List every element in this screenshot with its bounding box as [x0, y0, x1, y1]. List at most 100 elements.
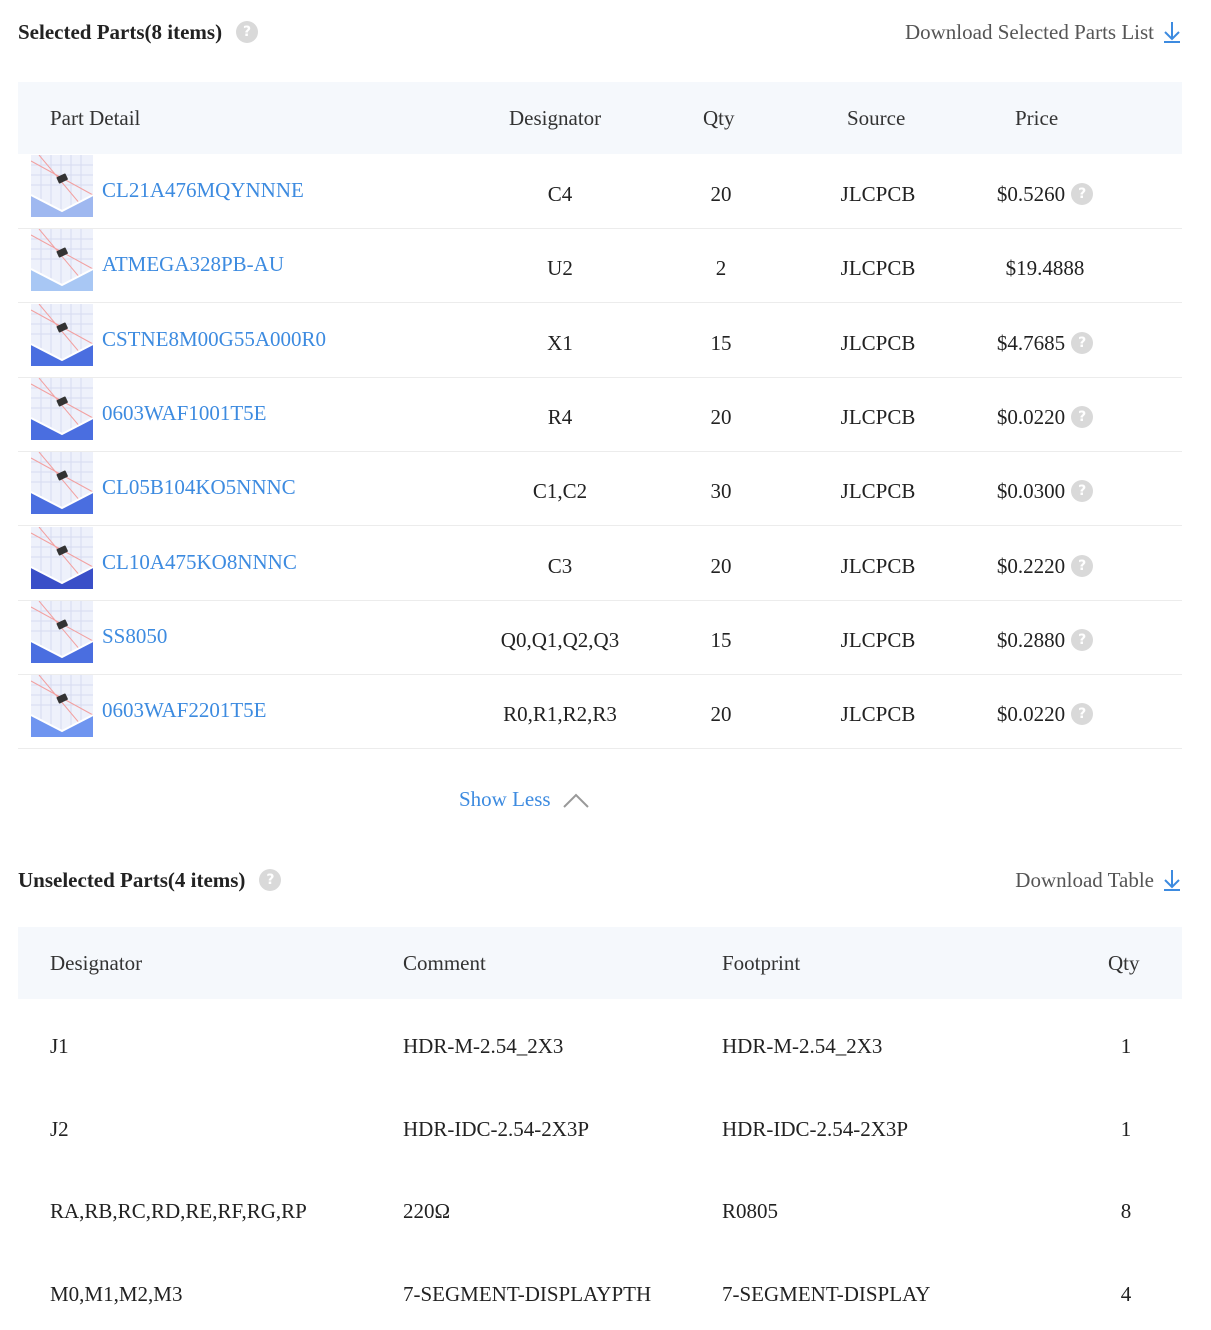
- table-row: J1 HDR-M-2.54_2X3 HDR-M-2.54_2X3 1: [18, 1000, 1182, 1082]
- help-icon[interactable]: ?: [1071, 406, 1094, 429]
- price-value: $0.0220: [996, 404, 1066, 429]
- table-row: CSTNE8M00G55A000R0 X1 15 JLCPCB $4.7685?: [18, 303, 1182, 378]
- footprint-cell: 7-SEGMENT-DISPLAY: [722, 1281, 931, 1306]
- part-number-link[interactable]: CSTNE8M00G55A000R0: [102, 327, 326, 352]
- source-cell: JLCPCB: [840, 553, 916, 578]
- part-thumbnail[interactable]: [31, 229, 93, 292]
- price-value: $0.2880: [996, 627, 1066, 652]
- table-row: CL10A475KO8NNNC C3 20 JLCPCB $0.2220?: [18, 526, 1182, 601]
- help-icon[interactable]: ?: [259, 869, 282, 891]
- unselected-parts-header: Unselected Parts(4 items) ? Download Tab…: [18, 862, 1182, 898]
- comment-cell: 220Ω: [403, 1199, 451, 1223]
- qty-cell: 20: [710, 182, 732, 206]
- col-qty: Qty: [703, 106, 735, 130]
- col-qty: Qty: [1108, 951, 1140, 975]
- qty-cell: 15: [710, 627, 732, 652]
- table-row: 0603WAF1001T5E R4 20 JLCPCB $0.0220?: [18, 377, 1182, 452]
- designator-cell: J2: [50, 1116, 69, 1141]
- selected-table-header: Part Detail Designator Qty Source Price: [18, 82, 1182, 154]
- help-icon[interactable]: ?: [1071, 628, 1094, 651]
- price-cell: $0.0220?: [978, 702, 1112, 727]
- designator-cell: R0,R1,R2,R3: [503, 702, 617, 727]
- help-icon[interactable]: ?: [1071, 331, 1094, 354]
- part-thumbnail[interactable]: [31, 377, 93, 440]
- source-cell: JLCPCB: [840, 182, 916, 206]
- footprint-cell: HDR-M-2.54_2X3: [722, 1034, 883, 1058]
- comment-cell: HDR-M-2.54_2X3: [403, 1034, 564, 1058]
- help-icon[interactable]: ?: [1071, 480, 1094, 503]
- col-designator: Designator: [509, 106, 602, 130]
- source-cell: JLCPCB: [840, 702, 916, 727]
- qty-cell: 20: [710, 702, 732, 727]
- designator-cell: C3: [547, 553, 573, 578]
- footprint-cell: R0805: [722, 1199, 779, 1223]
- qty-cell: 15: [710, 330, 732, 355]
- part-thumbnail[interactable]: [31, 303, 93, 366]
- show-less-button[interactable]: Show Less: [459, 787, 589, 812]
- part-number-link[interactable]: ATMEGA328PB-AU: [102, 252, 284, 277]
- download-table-label: Download Table: [1015, 867, 1154, 892]
- designator-cell: M0,M1,M2,M3: [50, 1281, 183, 1306]
- table-row: M0,M1,M2,M3 7-SEGMENT-DISPLAYPTH 7-SEGMENT…: [18, 1248, 1182, 1330]
- part-thumbnail[interactable]: [31, 675, 93, 738]
- comment-cell: HDR-IDC-2.54-2X3P: [403, 1116, 590, 1141]
- selected-parts-title: Selected Parts(8 items): [18, 19, 223, 44]
- designator-cell: C1,C2: [532, 479, 588, 504]
- help-icon[interactable]: ?: [1071, 703, 1094, 726]
- download-icon: [1164, 870, 1180, 891]
- download-table-button[interactable]: Download Table: [1015, 868, 1182, 893]
- selected-parts-header: Selected Parts(8 items) ? Download Selec…: [18, 14, 1182, 50]
- price-value: $0.5260: [996, 182, 1066, 206]
- price-value: $0.0220: [996, 702, 1066, 727]
- qty-cell: 4: [1120, 1281, 1132, 1306]
- unselected-table-header: Designator Comment Footprint Qty: [18, 927, 1182, 999]
- download-selected-parts-button[interactable]: Download Selected Parts List: [905, 20, 1182, 45]
- designator-cell: RA,RB,RC,RD,RE,RF,RG,RP: [50, 1199, 307, 1223]
- price-cell: $0.5260?: [978, 182, 1112, 207]
- designator-cell: J1: [50, 1034, 69, 1058]
- col-comment: Comment: [403, 951, 486, 975]
- price-value: $0.0300: [996, 479, 1066, 504]
- source-cell: JLCPCB: [840, 256, 916, 281]
- part-thumbnail[interactable]: [31, 600, 93, 663]
- price-cell: $0.0220?: [978, 405, 1112, 430]
- designator-cell: R4: [547, 404, 573, 429]
- source-cell: JLCPCB: [840, 330, 916, 355]
- designator-cell: C4: [547, 182, 573, 206]
- table-row: SS8050 Q0,Q1,Q2,Q3 15 JLCPCB $0.2880?: [18, 600, 1182, 675]
- table-row: CL05B104KO5NNNC C1,C2 30 JLCPCB $0.0300?: [18, 451, 1182, 527]
- part-thumbnail[interactable]: [31, 526, 93, 589]
- price-value: $0.2220: [996, 553, 1066, 578]
- price-cell: $4.7685?: [978, 331, 1112, 356]
- table-row: J2 HDR-IDC-2.54-2X3P HDR-IDC-2.54-2X3P 1: [18, 1083, 1182, 1165]
- part-number-link[interactable]: 0603WAF2201T5E: [102, 698, 267, 723]
- qty-cell: 1: [1120, 1116, 1132, 1141]
- part-thumbnail[interactable]: [31, 155, 93, 217]
- help-icon[interactable]: ?: [236, 21, 259, 43]
- part-number-link[interactable]: CL21A476MQYNNNE: [102, 178, 304, 203]
- qty-cell: 20: [710, 404, 732, 429]
- designator-cell: X1: [547, 330, 573, 355]
- part-thumbnail[interactable]: [31, 452, 93, 515]
- price-cell: $0.2220?: [978, 554, 1112, 579]
- col-footprint: Footprint: [722, 951, 801, 975]
- show-less-label: Show Less: [459, 787, 551, 811]
- qty-cell: 2: [715, 256, 727, 281]
- table-row: 0603WAF2201T5E R0,R1,R2,R3 20 JLCPCB $0.0220…: [18, 674, 1182, 750]
- help-icon[interactable]: ?: [1071, 183, 1094, 206]
- designator-cell: U2: [547, 256, 573, 281]
- source-cell: JLCPCB: [840, 404, 916, 429]
- price-value: $4.7685: [996, 330, 1066, 355]
- part-number-link[interactable]: CL10A475KO8NNNC: [102, 550, 297, 575]
- chevron-up-icon: [562, 793, 589, 808]
- price-cell: $19.4888: [978, 256, 1112, 281]
- part-number-link[interactable]: 0603WAF1001T5E: [102, 401, 267, 426]
- download-icon: [1164, 22, 1180, 43]
- help-icon[interactable]: ?: [1071, 554, 1094, 577]
- col-part-detail: Part Detail: [50, 106, 141, 130]
- part-number-link[interactable]: CL05B104KO5NNNC: [102, 475, 296, 500]
- footprint-cell: HDR-IDC-2.54-2X3P: [722, 1116, 909, 1141]
- col-price: Price: [1015, 106, 1059, 130]
- table-row: ATMEGA328PB-AU U2 2 JLCPCB $19.4888: [18, 228, 1182, 304]
- part-number-link[interactable]: SS8050: [102, 624, 167, 649]
